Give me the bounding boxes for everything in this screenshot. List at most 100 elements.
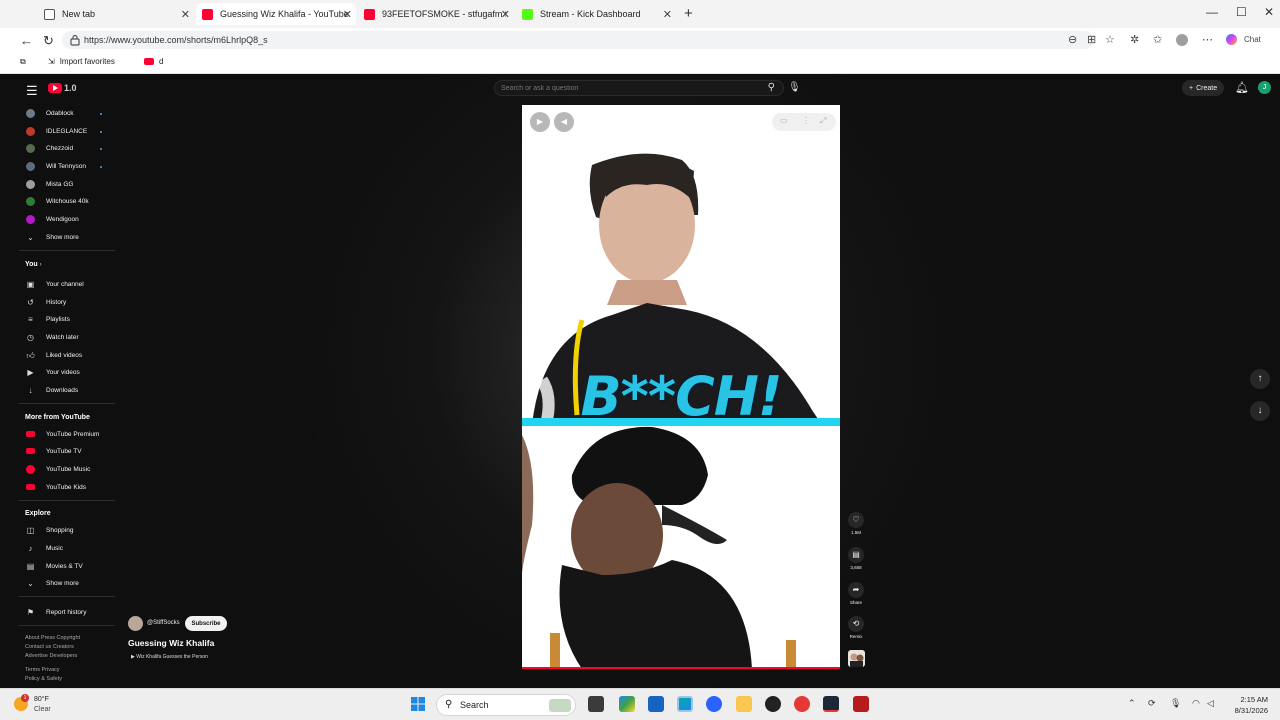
volume-icon[interactable]: ◀ [554,112,574,132]
sidebar-item-youtube-tv[interactable]: YouTube TV [14,443,124,460]
tab-youtube-active[interactable]: Guessing Wiz Khalifa - YouTube ✕ [196,3,356,25]
close-tab-icon[interactable]: ✕ [501,8,510,21]
maximize-icon[interactable]: ☐ [1236,5,1247,19]
sidebar-item-shopping[interactable]: ◫ Shopping [14,522,124,539]
close-tab-icon[interactable]: ✕ [181,8,190,21]
footer-links[interactable]: Policy & Safety [25,675,80,684]
hamburger-menu-icon[interactable]: ☰ [26,83,38,99]
next-short-arrow-icon[interactable]: ↓ [1250,401,1270,421]
account-avatar[interactable]: J [1258,81,1271,94]
obs-icon[interactable] [765,696,781,712]
play-icon[interactable]: ▶ [530,112,550,132]
short-video-player[interactable]: B**CH! ▶ ◀ ▭ ⋮ ⤢ [522,105,840,669]
search-input[interactable] [501,82,741,95]
sidebar-subscription[interactable]: IDLEGLANCE [14,123,124,140]
captions-icon[interactable]: ▭ [780,116,788,125]
wifi-icon[interactable]: ◠ [1192,698,1200,709]
sidebar-item-playlists[interactable]: ≡ Playlists [14,311,124,328]
sync-icon[interactable]: ⟳ [1148,698,1156,709]
like-button[interactable]: ♡ 1.5M [844,512,868,535]
footer-links[interactable]: About Press Copyright [25,634,80,643]
search-icon[interactable]: ⚲ [768,82,775,93]
app-icon[interactable] [706,696,722,712]
subscribe-button[interactable]: Subscribe [185,616,227,631]
sidebar-item-movies-tv[interactable]: ▤ Movies & TV [14,558,124,575]
sound-link[interactable]: ▶ Wiz Khalifa Guesses the Person [131,654,208,660]
close-tab-icon[interactable]: ✕ [663,8,672,21]
tab-new-tab[interactable]: New tab ✕ [38,3,194,25]
microphone-icon[interactable]: 🎙 [788,82,801,93]
file-explorer-icon[interactable] [736,696,752,712]
new-tab-button[interactable]: + [684,5,693,22]
sidebar-explore-show-more[interactable]: ⌄ Show more [14,575,124,592]
extensions-icon[interactable]: ✲ [1130,33,1139,46]
footer-links[interactable]: Terms Privacy [25,666,80,675]
import-favorites-link[interactable]: ⇲ Import favorites [48,57,115,66]
channel-avatar[interactable] [128,616,143,631]
favorite-star-icon[interactable]: ☆ [1105,33,1115,46]
game-icon[interactable] [853,696,869,712]
edge-browser-icon[interactable] [677,696,693,712]
back-arrow-icon[interactable]: ← [20,33,33,48]
remix-button[interactable]: ⟲ Remix [844,616,868,639]
sidebar-item-music[interactable]: ♪ Music [14,540,124,557]
zoom-icon[interactable]: ⊖ [1068,33,1077,46]
notifications-bell-icon[interactable]: 🔔︎ [1235,81,1249,94]
chevron-up-icon[interactable]: ⌃ [1128,698,1136,709]
search-box[interactable]: ⚲ [494,80,784,96]
tab-youtube-music[interactable]: 93FEETOFSMOKE - stfugafm ft. fa ✕ [358,3,514,25]
minimize-icon[interactable]: — [1206,5,1218,19]
system-clock[interactable]: 2:15 AM 8/31/2026 [1206,694,1268,716]
url-field[interactable]: https://www.youtube.com/shorts/m6LhrlpQ8… [62,31,1094,49]
microphone-icon[interactable]: 🎙 [1170,698,1181,709]
sidebar-item-your-videos[interactable]: ▶ Your videos [14,364,124,381]
sidebar-subscription[interactable]: Chezzoid [14,140,124,157]
profile-avatar-icon[interactable] [1176,34,1188,46]
footer-links[interactable]: Contact us Creators [25,643,80,652]
steam-icon[interactable] [823,696,839,712]
windows-start-icon[interactable] [410,696,426,712]
sidebar-you-heading[interactable]: You › [25,261,42,268]
sidebar-subscription[interactable]: Wendigoon [14,211,124,228]
favorites-icon[interactable]: ✩ [1153,33,1162,46]
sidebar-show-more[interactable]: ⌄ Show more [14,229,124,246]
share-button[interactable]: ➦ Share [844,582,868,605]
app-icon[interactable] [794,696,810,712]
fullscreen-icon[interactable]: ⤢ [820,116,826,126]
app-install-icon[interactable]: ⊞ [1087,33,1096,46]
sidebar-subscription[interactable]: Will Tennyson [14,158,124,175]
more-menu-icon[interactable]: ⋯ [1202,33,1213,46]
task-view-icon[interactable] [588,696,604,712]
sidebar-item-history[interactable]: ↺ History [14,294,124,311]
footer-links[interactable]: Advertise Developers [25,652,80,661]
sidebar-subscription[interactable]: Mista GG [14,176,124,193]
sidebar-item-downloads[interactable]: ↓ Downloads [14,382,124,399]
sidebar-item-liked-videos[interactable]: 👍︎ Liked videos [14,347,124,364]
youtube-logo[interactable]: 1.0 [48,83,77,93]
sidebar-item-youtube-premium[interactable]: YouTube Premium [14,426,124,443]
short-title[interactable]: Guessing Wiz Khalifa [128,638,214,648]
channel-handle[interactable]: @StiffSocks [147,620,180,626]
favorite-link-d[interactable]: d [144,57,163,66]
progress-bar[interactable] [522,667,840,669]
collections-icon[interactable]: ⧉ [20,57,26,67]
copilot-icon[interactable] [1226,34,1237,45]
sidebar-subscription[interactable]: Odablock [14,105,124,122]
sidebar-item-youtube-kids[interactable]: YouTube Kids [14,479,124,496]
sidebar-item-your-channel[interactable]: ▣ Your channel [14,276,124,293]
close-tab-icon[interactable]: ✕ [343,8,352,21]
create-button[interactable]: + Create [1182,80,1225,96]
previous-short-arrow-icon[interactable]: ↑ [1250,369,1270,389]
copilot-app-icon[interactable] [619,696,635,712]
sidebar-subscription[interactable]: Witchouse 40k [14,193,124,210]
sidebar-item-youtube-music[interactable]: YouTube Music [14,461,124,478]
refresh-icon[interactable]: ↻ [43,33,54,49]
chat-label[interactable]: Chat [1244,35,1261,44]
tab-kick-dashboard[interactable]: Stream - Kick Dashboard ✕ [516,3,676,25]
sidebar-item-report-history[interactable]: ⚑ Report history [14,604,124,621]
store-icon[interactable] [648,696,664,712]
sound-thumbnail[interactable] [848,650,865,667]
sidebar-item-watch-later[interactable]: ◷ Watch later [14,329,124,346]
taskbar-search[interactable]: ⚲ Search [436,694,576,716]
comments-button[interactable]: ▤ 3,658 [844,547,868,570]
